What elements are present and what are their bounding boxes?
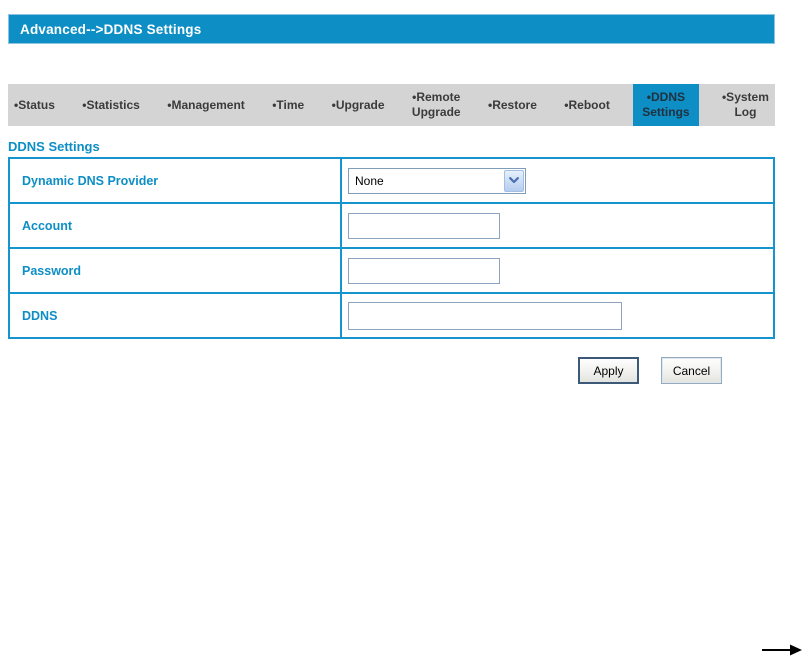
page-header: Advanced-->DDNS Settings [8, 14, 775, 44]
tab-ddns-settings[interactable]: •DDNS Settings [633, 84, 699, 126]
ddns-settings-table: Dynamic DNS Provider None Account Passwo… [8, 157, 775, 339]
password-label: Password [8, 247, 342, 294]
tab-time[interactable]: •Time [268, 84, 308, 126]
tab-bar: •Status •Statistics •Management •Time •U… [8, 84, 775, 126]
tab-restore[interactable]: •Restore [484, 84, 541, 126]
tab-upgrade[interactable]: •Upgrade [328, 84, 389, 126]
page: { "header": { "title": "Advanced--&gt;DD… [0, 0, 802, 659]
table-row: Account [8, 202, 775, 249]
right-arrow-icon [762, 644, 802, 656]
tab-status[interactable]: •Status [10, 84, 59, 126]
dynamic-dns-provider-select[interactable]: None [348, 167, 526, 194]
tab-management[interactable]: •Management [163, 84, 249, 126]
apply-button[interactable]: Apply [578, 357, 639, 384]
cancel-button[interactable]: Cancel [661, 357, 722, 384]
table-row: Dynamic DNS Provider None [8, 157, 775, 204]
dynamic-dns-provider-value: None [355, 173, 384, 188]
tab-statistics[interactable]: •Statistics [78, 84, 144, 126]
account-label: Account [8, 202, 342, 249]
tab-system-log[interactable]: •System Log [718, 84, 773, 126]
password-field[interactable] [348, 257, 500, 284]
table-row: Password [8, 247, 775, 294]
page-title: Advanced-->DDNS Settings [20, 21, 202, 37]
tab-reboot[interactable]: •Reboot [560, 84, 614, 126]
ddns-label: DDNS [8, 292, 342, 339]
chevron-down-icon[interactable] [504, 169, 524, 192]
section-title: DDNS Settings [8, 139, 100, 154]
account-field[interactable] [348, 212, 500, 239]
tab-remote-upgrade[interactable]: •Remote Upgrade [408, 84, 465, 126]
ddns-field[interactable] [348, 301, 622, 330]
dynamic-dns-provider-label: Dynamic DNS Provider [8, 157, 342, 204]
table-row: DDNS [8, 292, 775, 339]
